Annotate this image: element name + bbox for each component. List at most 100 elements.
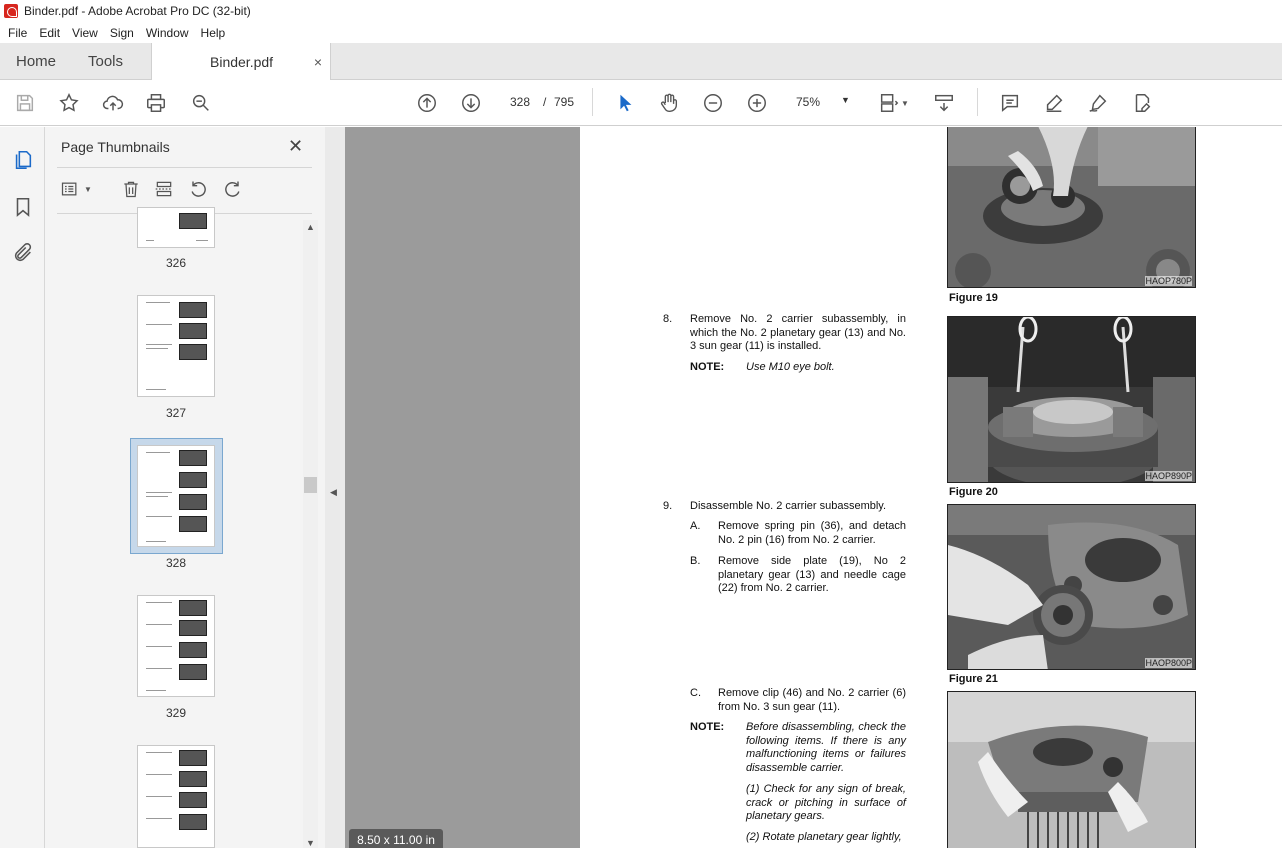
zoom-search-icon[interactable] [189,91,213,115]
note-text: Use M10 eye bolt. [746,361,835,373]
step-text: Remove No. 2 carrier subassembly, in whi… [690,313,906,352]
note-text: Before disassembling, check the followin… [746,721,906,774]
figure-caption: Figure 21 [949,673,998,685]
star-icon[interactable] [57,91,81,115]
delete-page-icon[interactable] [120,177,142,201]
thumbnail-page-current[interactable] [137,445,215,547]
save-icon[interactable] [13,91,37,115]
thumbnail-label: 329 [165,706,187,720]
scroll-mode-icon[interactable] [932,91,956,115]
figure-photo: HAOP890P [947,316,1196,483]
figure-caption: Figure 20 [949,486,998,498]
thumbnail-page[interactable] [137,295,215,397]
collapse-left-icon[interactable]: ◀ [330,487,337,498]
panel-collapse-handle[interactable]: ◀ [325,127,345,848]
page-fit-icon[interactable] [877,91,901,115]
menu-help[interactable]: Help [195,26,232,40]
menu-edit[interactable]: Edit [33,26,66,40]
window-title: Binder.pdf - Adobe Acrobat Pro DC (32-bi… [24,4,251,18]
tab-home[interactable]: Home [16,43,56,80]
figure-21-image [948,505,1195,669]
figure-code: HAOP800P [1145,658,1192,668]
panel-divider [57,167,312,168]
hand-tool-icon[interactable] [657,91,681,115]
upload-cloud-icon[interactable] [101,91,125,115]
thumbnails-panel: Page Thumbnails ✕ ▼ 326 327 328 329 ▲ ▼ [45,127,325,848]
step-number: 9. [663,500,673,512]
step-text: Disassemble No. 2 carrier subassembly. [690,500,887,512]
substep-text: Remove side plate (19), No 2 planetary g… [718,555,906,594]
figure-22-image [948,692,1195,848]
figure-19-image [948,127,1195,287]
thumbnail-label: 328 [165,556,187,570]
zoom-out-icon[interactable] [701,91,725,115]
scroll-down-icon[interactable]: ▼ [306,838,315,848]
insert-page-icon[interactable] [153,177,175,201]
zoom-dropdown-icon[interactable]: ▼ [841,95,850,105]
acrobat-logo-icon [4,4,18,18]
page-number-input[interactable]: 328 [502,90,538,114]
total-pages: 795 [554,95,575,109]
step-number: 8. [663,313,673,325]
rotate-right-icon[interactable] [222,177,244,201]
page-separator: / [543,95,547,109]
bookmark-icon[interactable] [11,195,35,219]
menu-view[interactable]: View [66,26,104,40]
page-fit-dropdown-icon[interactable]: ▼ [900,91,910,115]
substep-label: A. [690,520,701,532]
pdf-page: HAOP780P Figure 19 8. Remove No. 2 carri… [580,127,1282,848]
thumbnail-options-dropdown-icon[interactable]: ▼ [83,177,93,201]
thumbnail-page[interactable] [137,745,215,848]
note-label: NOTE: [690,721,725,733]
substep-label: C. [690,687,701,699]
tab-document[interactable]: Binder.pdf × [151,43,331,81]
sign-pen-icon[interactable] [1086,91,1110,115]
menu-file[interactable]: File [2,26,33,40]
menu-bar: File Edit View Sign Window Help [0,22,1282,43]
thumbnail-image [179,213,207,229]
thumbnail-page[interactable] [137,207,215,248]
figure-code: HAOP890P [1145,471,1192,481]
attachment-icon[interactable] [11,241,35,265]
figure-caption: Figure 19 [949,292,998,304]
note-label: NOTE: [690,361,725,373]
title-bar: Binder.pdf - Adobe Acrobat Pro DC (32-bi… [0,0,1282,22]
next-page-icon[interactable] [459,91,483,115]
scroll-up-icon[interactable]: ▲ [306,222,315,232]
menu-window[interactable]: Window [140,26,195,40]
toolbar-divider [977,88,978,116]
tab-tools[interactable]: Tools [88,43,123,80]
substep-text: Remove spring pin (36), and detach No. 2… [718,520,906,546]
note-item: (1) Check for any sign of break, crack o… [746,783,906,822]
thumbnail-label: 326 [165,256,187,270]
highlight-pen-icon[interactable] [1042,91,1066,115]
page-thumbnails-icon[interactable] [11,148,35,172]
rotate-left-icon[interactable] [187,177,209,201]
thumbnail-options-icon[interactable] [59,177,81,201]
previous-page-icon[interactable] [415,91,439,115]
select-cursor-icon[interactable] [613,91,637,115]
figure-photo: HAOP800P [947,504,1196,670]
figure-photo: HAOP780P [947,127,1196,288]
thumbnail-page[interactable] [137,595,215,697]
menu-sign[interactable]: Sign [104,26,140,40]
substep-text: Remove clip (46) and No. 2 carrier (6) f… [718,687,906,713]
figure-20-image [948,317,1195,482]
figure-code: HAOP780P [1145,276,1192,286]
print-icon[interactable] [144,91,168,115]
thumbnail-label: 327 [165,406,187,420]
scrollbar-thumb[interactable] [304,477,317,493]
tab-document-label: Binder.pdf [210,54,274,70]
zoom-level-select[interactable]: 75% [796,95,820,109]
edit-document-icon[interactable] [1130,91,1154,115]
close-tab-icon[interactable]: × [314,54,322,70]
zoom-in-icon[interactable] [745,91,769,115]
thumbnails-scrollbar[interactable]: ▲ ▼ [303,220,318,848]
page-size-indicator: 8.50 x 11.00 in [349,829,443,848]
comment-icon[interactable] [998,91,1022,115]
close-panel-icon[interactable]: ✕ [288,136,303,157]
navigation-rail [0,127,45,848]
panel-title: Page Thumbnails [61,139,170,155]
tab-bar: Home Tools Binder.pdf × [0,43,1282,81]
note-item: (2) Rotate planetary gear lightly, [746,831,902,843]
